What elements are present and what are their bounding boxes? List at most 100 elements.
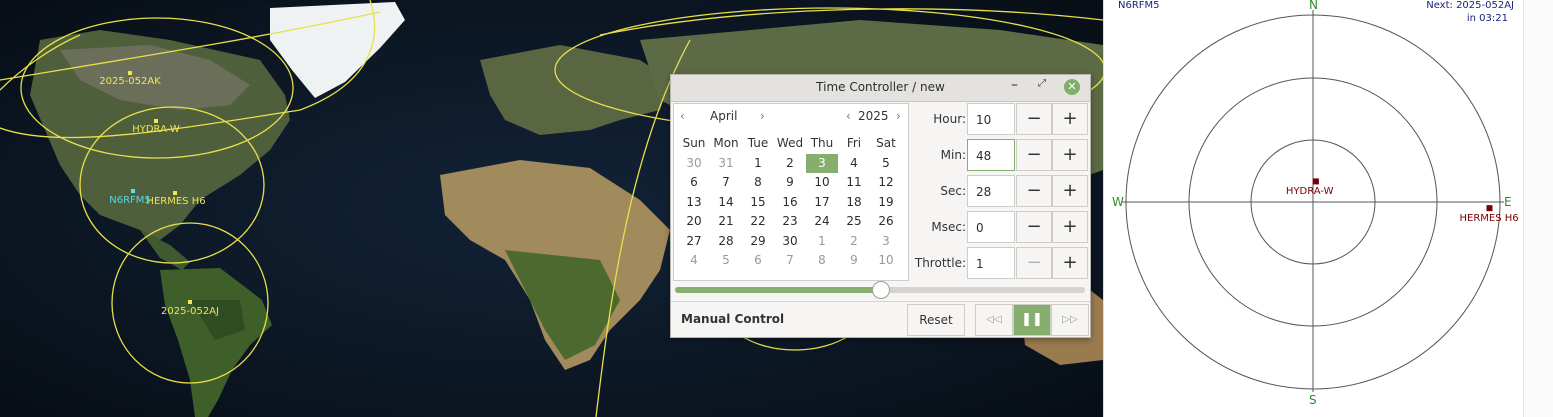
calendar-day[interactable]: 14 [710, 193, 742, 213]
calendar[interactable]: ‹ April › ‹ 2025 › Sun Mon Tue Wed Thu Fri Sat… [673, 103, 909, 281]
south-america-landmass [160, 268, 272, 417]
throttle-label: Throttle: [914, 256, 966, 270]
pause-button[interactable]: ❚❚ [1013, 304, 1051, 336]
forward-button[interactable]: ▷▷ [1051, 304, 1089, 336]
calendar-week: 30 31 1 2 3 4 5 [678, 153, 904, 174]
throttle-decrement-button[interactable]: − [1016, 247, 1052, 279]
sat-marker-2025-052ak[interactable] [128, 71, 132, 75]
calendar-day[interactable]: 10 [806, 173, 838, 193]
ground-station-marker[interactable] [131, 189, 135, 193]
msec-input[interactable]: 0 [967, 211, 1015, 243]
calendar-day[interactable]: 4 [838, 154, 870, 174]
calendar-day[interactable]: 13 [678, 193, 710, 213]
calendar-day[interactable]: 8 [742, 173, 774, 193]
throttle-increment-button[interactable]: + [1052, 247, 1088, 279]
calendar-day[interactable]: 9 [838, 251, 870, 271]
min-input[interactable]: 48 [967, 139, 1015, 171]
calendar-day[interactable]: 6 [742, 251, 774, 271]
msec-decrement-button[interactable]: − [1016, 211, 1052, 243]
calendar-day[interactable]: 26 [870, 212, 902, 232]
calendar-grid[interactable]: Sun Mon Tue Wed Thu Fri Sat 30 31 1 2 3 4 5 6 7 8 9 10 11 12… [678, 134, 904, 271]
sat-marker-hermes-h6[interactable] [173, 191, 177, 195]
calendar-day[interactable]: 9 [774, 173, 806, 193]
calendar-day[interactable]: 10 [870, 251, 902, 271]
sat-label[interactable]: 2025-052AK [99, 76, 161, 87]
dialog-titlebar[interactable]: Time Controller / new – ⤢ ✕ [671, 75, 1090, 102]
throttle-input[interactable]: 1 [967, 247, 1015, 279]
sat-marker-2025-052aj[interactable] [188, 300, 192, 304]
calendar-day[interactable]: 2 [774, 154, 806, 174]
sec-input[interactable]: 28 [967, 175, 1015, 207]
reset-button[interactable]: Reset [907, 304, 965, 336]
calendar-day[interactable]: 21 [710, 212, 742, 232]
hour-decrement-button[interactable]: − [1016, 103, 1052, 135]
sat-label[interactable]: HYDRA-W [132, 124, 180, 135]
calendar-day[interactable]: 22 [742, 212, 774, 232]
min-increment-button[interactable]: + [1052, 139, 1088, 171]
slider-fill [675, 287, 880, 293]
calendar-day[interactable]: 6 [678, 173, 710, 193]
close-icon[interactable]: ✕ [1064, 79, 1080, 95]
calendar-day[interactable]: 5 [870, 154, 902, 174]
calendar-day[interactable]: 24 [806, 212, 838, 232]
slider-handle[interactable] [872, 281, 890, 299]
calendar-day[interactable]: 31 [710, 154, 742, 174]
polar-sat-marker[interactable] [1486, 205, 1493, 212]
next-pass-countdown: in 03:21 [1466, 13, 1508, 24]
calendar-day[interactable]: 30 [678, 154, 710, 174]
minimize-icon[interactable]: – [1011, 77, 1018, 93]
polar-view[interactable]: N6RFM5 Next: 2025-052AJ in 03:21 N S W E… [1103, 0, 1524, 417]
time-slider[interactable] [675, 281, 1085, 299]
mode-label: Manual Control [681, 312, 785, 326]
prev-month-button[interactable]: ‹ [680, 109, 685, 123]
min-decrement-button[interactable]: − [1016, 139, 1052, 171]
calendar-day[interactable]: 11 [838, 173, 870, 193]
month-label: April [710, 109, 738, 123]
time-controller-dialog[interactable]: Time Controller / new – ⤢ ✕ ‹ April › ‹ … [670, 74, 1091, 338]
calendar-day[interactable]: 20 [678, 212, 710, 232]
next-month-button[interactable]: › [760, 109, 765, 123]
hour-input[interactable]: 10 [967, 103, 1015, 135]
calendar-day[interactable]: 29 [742, 232, 774, 252]
prev-year-button[interactable]: ‹ [846, 109, 851, 123]
calendar-day[interactable]: 3 [870, 232, 902, 252]
maximize-icon[interactable]: ⤢ [1038, 78, 1046, 89]
calendar-day[interactable]: 4 [678, 251, 710, 271]
rewind-button[interactable]: ◁◁ [975, 304, 1013, 336]
calendar-day[interactable]: 7 [710, 173, 742, 193]
calendar-day[interactable]: 25 [838, 212, 870, 232]
msec-increment-button[interactable]: + [1052, 211, 1088, 243]
calendar-day[interactable]: 17 [806, 193, 838, 213]
calendar-day[interactable]: 16 [774, 193, 806, 213]
sat-marker-hydra-w[interactable] [154, 119, 158, 123]
calendar-day[interactable]: 2 [838, 232, 870, 252]
calendar-day[interactable]: 19 [870, 193, 902, 213]
calendar-day[interactable]: 7 [774, 251, 806, 271]
polar-plot [1122, 10, 1504, 392]
polar-sat-marker[interactable] [1312, 178, 1319, 185]
sat-label[interactable]: 2025-052AJ [161, 306, 219, 317]
msec-label: Msec: [931, 220, 966, 234]
sec-increment-button[interactable]: + [1052, 175, 1088, 207]
calendar-week: 13 14 15 16 17 18 19 [678, 193, 904, 213]
sat-label[interactable]: HERMES H6 [146, 196, 205, 207]
calendar-day[interactable]: 3 [806, 153, 838, 173]
calendar-day[interactable]: 12 [870, 173, 902, 193]
calendar-week: 4 5 6 7 8 9 10 [678, 251, 904, 271]
calendar-day[interactable]: 23 [774, 212, 806, 232]
calendar-day[interactable]: 18 [838, 193, 870, 213]
ground-station-label: N6RFM5 [109, 195, 151, 206]
calendar-day[interactable]: 1 [742, 154, 774, 174]
sec-decrement-button[interactable]: − [1016, 175, 1052, 207]
vertical-scrollbar[interactable] [1523, 0, 1553, 417]
calendar-week: 20 21 22 23 24 25 26 [678, 212, 904, 232]
calendar-day[interactable]: 8 [806, 251, 838, 271]
calendar-day[interactable]: 15 [742, 193, 774, 213]
calendar-day[interactable]: 28 [710, 232, 742, 252]
calendar-day[interactable]: 1 [806, 232, 838, 252]
next-year-button[interactable]: › [896, 109, 901, 123]
calendar-day[interactable]: 5 [710, 251, 742, 271]
calendar-day[interactable]: 27 [678, 232, 710, 252]
hour-increment-button[interactable]: + [1052, 103, 1088, 135]
calendar-day[interactable]: 30 [774, 232, 806, 252]
